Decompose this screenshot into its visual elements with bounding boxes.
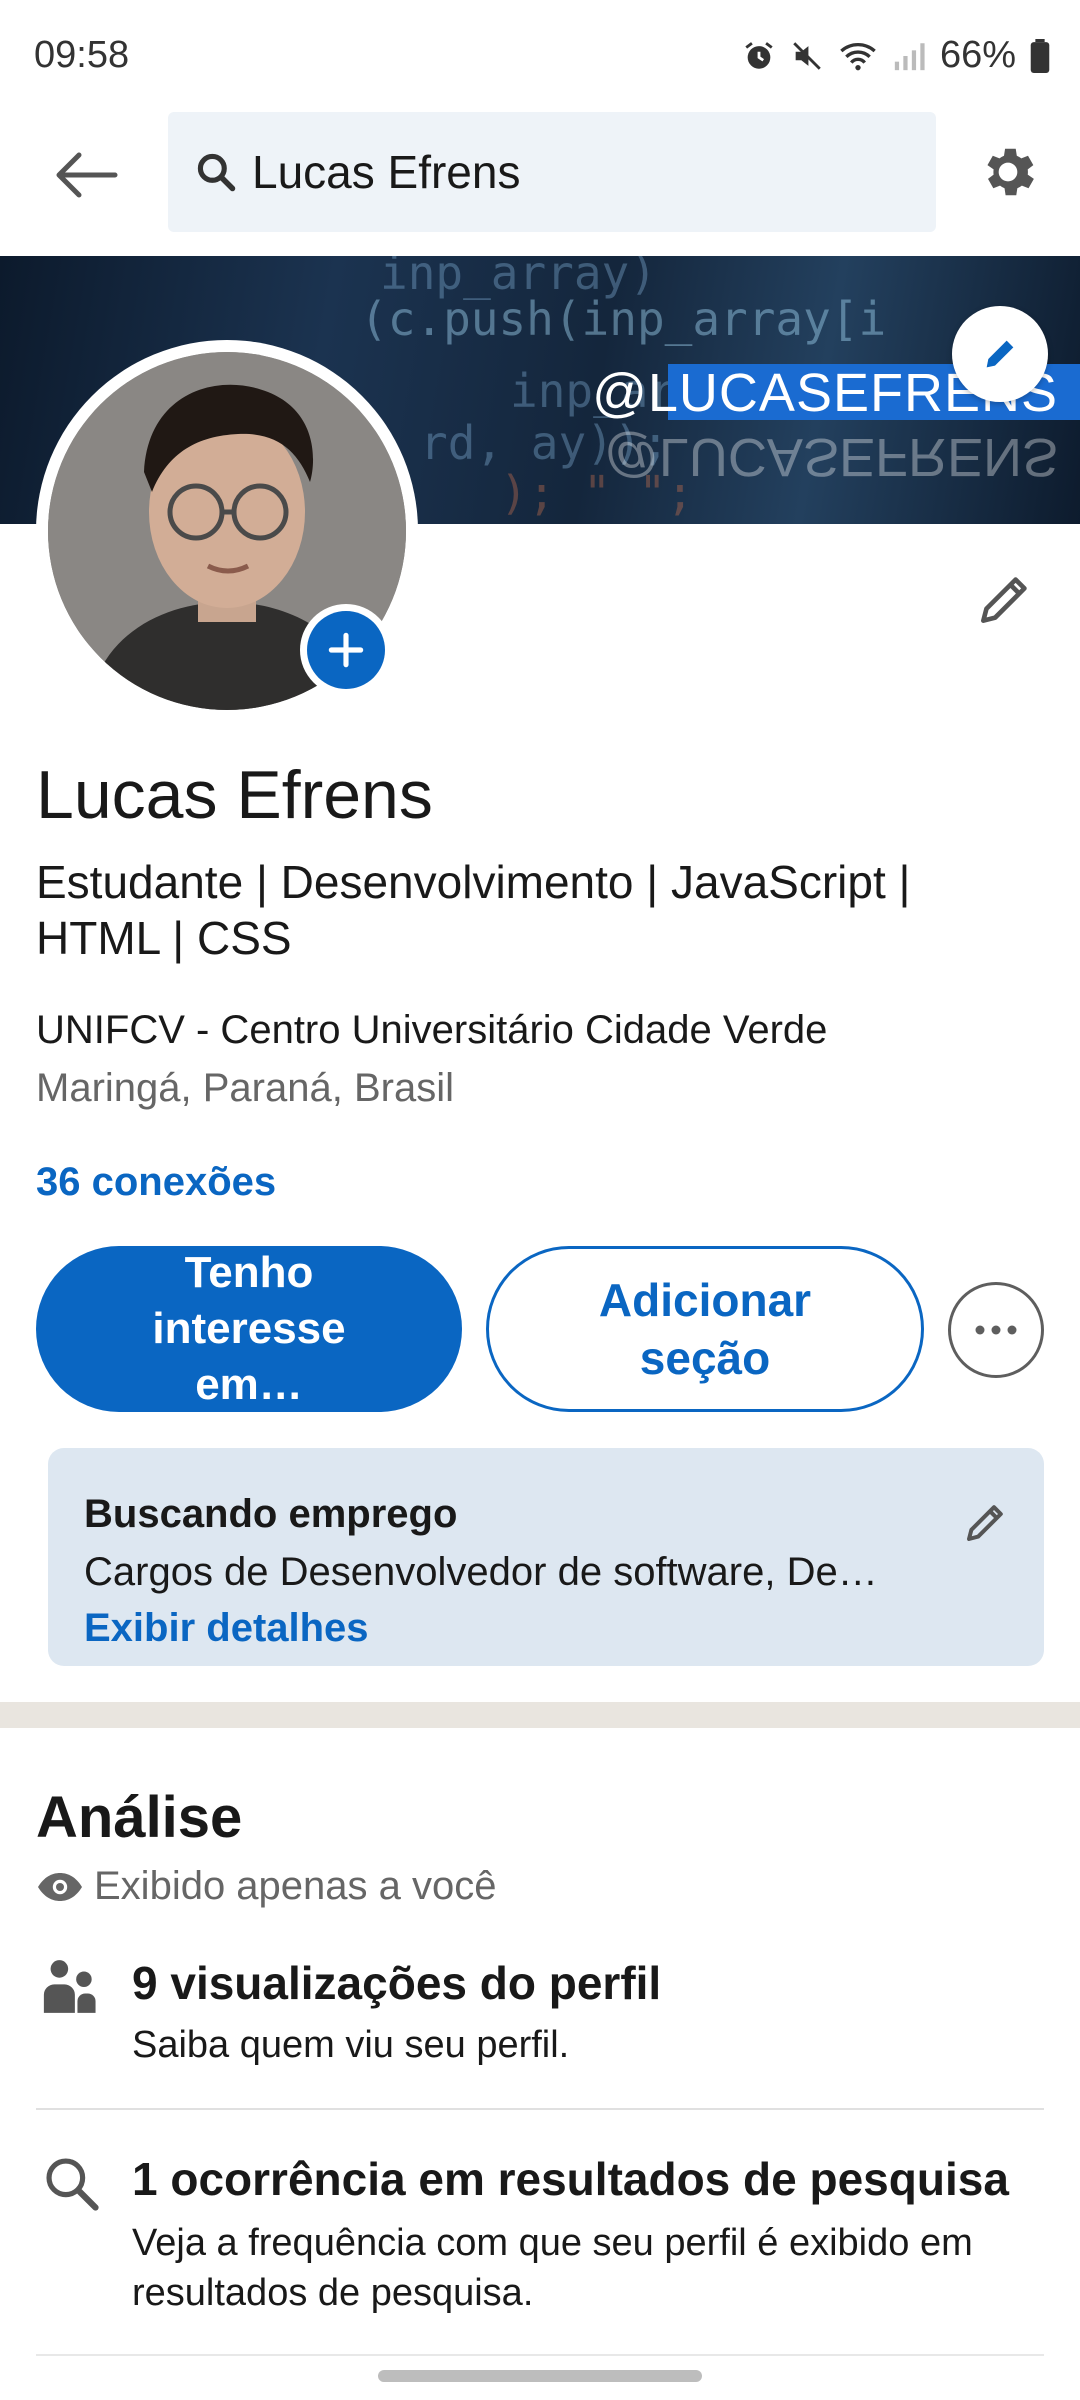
open-to-button-label: Tenho interesse em…: [152, 1248, 346, 1409]
add-photo-button[interactable]: [300, 604, 392, 696]
people-icon: [40, 1956, 102, 2018]
section-divider: [0, 1702, 1080, 1728]
open-to-work-details-link[interactable]: Exibir detalhes: [84, 1606, 369, 1651]
private-note: Exibido apenas a você: [36, 1864, 497, 1909]
add-section-button[interactable]: Adicionar seção: [486, 1246, 924, 1412]
open-to-button[interactable]: Tenho interesse em…: [36, 1246, 462, 1412]
back-arrow-icon: [56, 152, 118, 198]
more-dots-icon: [975, 1325, 1017, 1335]
back-button[interactable]: [40, 140, 130, 210]
profile-views-title[interactable]: 9 visualizações do perfil: [132, 1956, 661, 2010]
open-to-work-title: Buscando emprego: [84, 1492, 458, 1536]
private-note-text: Exibido apenas a você: [94, 1864, 497, 1908]
status-time: 09:58: [34, 34, 130, 76]
search-appearances-title[interactable]: 1 ocorrência em resultados de pesquisa: [132, 2152, 1009, 2206]
analytics-title: Análise: [36, 1785, 243, 1850]
add-section-button-label: Adicionar seção: [598, 1274, 812, 1384]
battery-icon: [1030, 38, 1050, 73]
bottom-divider: [36, 2354, 1044, 2356]
pencil-icon: [986, 340, 1014, 368]
connections-link[interactable]: 36 conexões: [36, 1160, 276, 1205]
profile-views-subtitle: Saiba quem viu seu perfil.: [132, 2024, 570, 2066]
pencil-icon: [967, 1505, 1003, 1541]
status-icons: 66%: [742, 34, 1050, 77]
profile-location: Maringá, Paraná, Brasil: [36, 1066, 454, 1110]
gear-icon: [987, 148, 1034, 196]
search-icon: [194, 150, 238, 194]
pencil-icon: [981, 577, 1027, 623]
battery-percent: 66%: [939, 34, 1016, 76]
gesture-nav-handle[interactable]: [378, 2370, 702, 2382]
banner-handle-reflection: @LUCASEFRENS: [604, 427, 1058, 487]
profile-institution[interactable]: UNIFCV - Centro Universitário Cidade Ver…: [36, 1008, 827, 1053]
analytics-divider: [36, 2108, 1044, 2110]
edit-profile-button[interactable]: [964, 560, 1044, 640]
search-input[interactable]: Lucas Efrens: [168, 112, 936, 232]
profile-name: Lucas Efrens: [36, 757, 433, 833]
wifi-icon: [840, 42, 876, 70]
mute-icon: [793, 41, 821, 70]
banner-code-line: (c.push(inp_array[i: [360, 292, 887, 346]
more-button[interactable]: [948, 1282, 1044, 1378]
signal-icon: [894, 42, 925, 70]
eye-icon: [38, 1872, 82, 1901]
profile-headline: Estudante | Desenvolvimento | JavaScript…: [36, 856, 911, 964]
plus-icon: [328, 632, 364, 668]
edit-banner-button[interactable]: [952, 306, 1048, 402]
settings-button[interactable]: [968, 136, 1048, 208]
search-icon: [40, 2152, 102, 2214]
edit-open-to-work-button[interactable]: [950, 1490, 1020, 1556]
search-appearances-subtitle: Veja a frequência com que seu perfil é e…: [132, 2222, 973, 2314]
alarm-icon: [745, 41, 773, 69]
open-to-work-description: Cargos de Desenvolvedor de software, De…: [84, 1550, 878, 1594]
search-query: Lucas Efrens: [252, 146, 521, 198]
